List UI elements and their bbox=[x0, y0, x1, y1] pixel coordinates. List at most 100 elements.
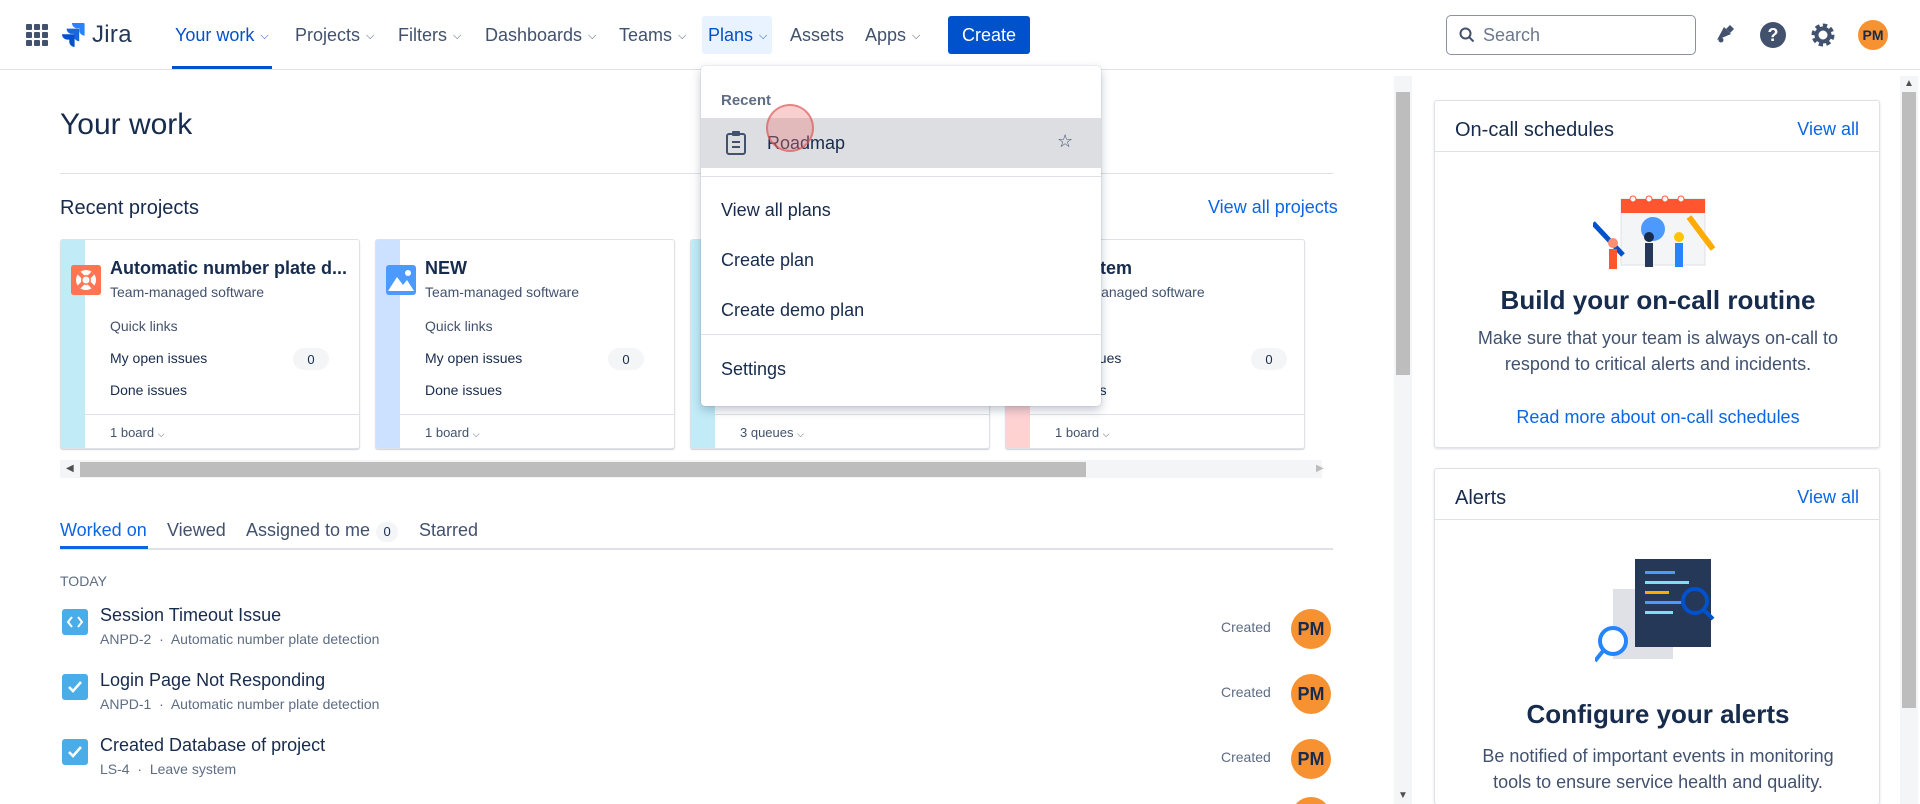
recent-plan-item[interactable]: Roadmap ☆ bbox=[701, 118, 1101, 168]
create-demo-plan-item[interactable]: Create demo plan bbox=[721, 300, 864, 321]
my-open-issues-link[interactable]: My open issues bbox=[110, 350, 207, 366]
notifications-icon[interactable] bbox=[1709, 20, 1739, 50]
done-issues-link[interactable]: Done issues bbox=[110, 382, 187, 398]
settings-gear-icon[interactable] bbox=[1808, 20, 1838, 50]
scroll-right-arrow-icon[interactable]: ▶ bbox=[1316, 463, 1324, 474]
issue-title[interactable]: Session Timeout Issue bbox=[100, 605, 281, 626]
recent-heading: Recent bbox=[721, 92, 772, 109]
search-icon bbox=[1459, 27, 1475, 43]
scroll-left-arrow-icon[interactable]: ◀ bbox=[66, 463, 74, 474]
assignee-avatar[interactable] bbox=[1291, 797, 1331, 804]
panel-header-divider bbox=[1435, 519, 1879, 520]
project-type: Team-managed software bbox=[425, 284, 580, 300]
boards-label: 1 board bbox=[1055, 425, 1100, 440]
view-all-plans-item[interactable]: View all plans bbox=[721, 200, 831, 221]
boards-dropdown[interactable]: 1 board ⌵ bbox=[425, 425, 480, 440]
lifebuoy-icon bbox=[71, 265, 101, 295]
my-open-issues-link[interactable]: My open issues bbox=[425, 350, 522, 366]
queues-dropdown[interactable]: 3 queues ⌵ bbox=[740, 425, 804, 440]
help-icon[interactable]: ? bbox=[1758, 20, 1788, 50]
done-issues-link[interactable]: Done issues bbox=[425, 382, 502, 398]
clipboard-icon bbox=[726, 131, 746, 155]
star-icon[interactable]: ☆ bbox=[1057, 131, 1073, 152]
issue-row[interactable]: Session Timeout Issue ANPD-2 · Automatic… bbox=[60, 605, 1332, 663]
issue-row[interactable]: Login Page Not Responding ANPD-1 · Autom… bbox=[60, 670, 1332, 728]
svg-text:?: ? bbox=[1768, 25, 1779, 45]
right-vertical-scrollbar[interactable] bbox=[1900, 76, 1918, 804]
nav-apps-label: Apps bbox=[865, 24, 907, 45]
horizontal-scrollbar-thumb[interactable] bbox=[80, 462, 1086, 477]
issue-project: Automatic number plate detection bbox=[170, 696, 380, 712]
chevron-down-icon: ⌵ bbox=[157, 429, 165, 439]
assignee-avatar[interactable]: PM bbox=[1291, 674, 1331, 714]
search-box[interactable] bbox=[1446, 15, 1696, 55]
nav-plans-label: Plans bbox=[708, 24, 754, 45]
alerts-heading: Configure your alerts bbox=[1526, 699, 1790, 729]
tab-assigned-to-me[interactable]: Assigned to me 0 bbox=[246, 520, 399, 542]
issue-row[interactable]: Created Database of project LS-4 · Leave… bbox=[60, 735, 1332, 793]
tab-active-underline bbox=[60, 546, 148, 549]
settings-item[interactable]: Settings bbox=[721, 359, 786, 380]
main-vertical-scrollbar-thumb[interactable] bbox=[1396, 92, 1410, 375]
project-name[interactable]: NEW bbox=[425, 258, 467, 279]
assignee-avatar[interactable]: PM bbox=[1291, 739, 1331, 779]
alerts-view-all-link[interactable]: View all bbox=[1797, 487, 1859, 508]
chevron-down-icon: ⌵ bbox=[797, 429, 804, 439]
oncall-view-all-link[interactable]: View all bbox=[1797, 119, 1859, 140]
tabs-divider bbox=[60, 548, 1333, 550]
mountain-icon bbox=[386, 265, 416, 295]
scroll-down-arrow-icon[interactable]: ▼ bbox=[1398, 790, 1408, 801]
nav-projects-label: Projects bbox=[295, 24, 361, 45]
boards-dropdown[interactable]: 1 board ⌵ bbox=[1055, 425, 1110, 440]
boards-dropdown[interactable]: 1 board ⌵ bbox=[110, 425, 165, 440]
project-card-anpd[interactable]: Automatic number plate d... Team-managed… bbox=[60, 239, 360, 449]
view-all-projects-link[interactable]: View all projects bbox=[1208, 197, 1338, 218]
nav-dashboards-label: Dashboards bbox=[485, 24, 583, 45]
issue-title[interactable]: Login Page Not Responding bbox=[100, 670, 325, 691]
open-issues-count: 0 bbox=[1251, 348, 1287, 370]
nav-dashboards[interactable]: Dashboards ⌵ bbox=[485, 22, 596, 48]
nav-teams[interactable]: Teams ⌵ bbox=[619, 22, 686, 48]
jira-logo[interactable]: Jira bbox=[62, 20, 132, 50]
nav-filters[interactable]: Filters ⌵ bbox=[398, 22, 461, 48]
search-input[interactable] bbox=[1483, 24, 1663, 46]
chevron-down-icon: ⌵ bbox=[588, 29, 597, 42]
create-plan-item[interactable]: Create plan bbox=[721, 250, 814, 271]
code-task-icon bbox=[62, 609, 88, 635]
chevron-down-icon: ⌵ bbox=[1102, 429, 1110, 439]
nav-projects[interactable]: Projects ⌵ bbox=[295, 22, 374, 48]
nav-your-work-label: Your work bbox=[175, 24, 255, 45]
project-name[interactable]: Automatic number plate d... bbox=[110, 258, 347, 279]
user-avatar[interactable]: PM bbox=[1858, 20, 1888, 50]
open-issues-count: 0 bbox=[293, 348, 329, 370]
issue-title[interactable]: Created Database of project bbox=[100, 735, 325, 756]
nav-plans[interactable]: Plans ⌵ bbox=[708, 22, 767, 48]
boards-label: 1 board bbox=[425, 425, 470, 440]
tab-worked-on[interactable]: Worked on bbox=[60, 520, 147, 541]
issue-key: ANPD-2 bbox=[100, 631, 152, 647]
queues-label: 3 queues bbox=[740, 425, 794, 440]
chevron-down-icon: ⌵ bbox=[759, 29, 768, 42]
issue-meta: ANPD-2 · Automatic number plate detectio… bbox=[100, 631, 379, 647]
project-card-new[interactable]: NEW Team-managed software Quick links My… bbox=[375, 239, 675, 449]
nav-apps[interactable]: Apps ⌵ bbox=[865, 22, 920, 48]
app-switcher-icon[interactable] bbox=[26, 24, 48, 46]
open-issues-count: 0 bbox=[608, 348, 644, 370]
right-vertical-scrollbar-thumb[interactable] bbox=[1902, 92, 1916, 708]
nav-assets[interactable]: Assets bbox=[790, 22, 844, 48]
today-group-label: TODAY bbox=[60, 573, 107, 589]
main-vertical-scrollbar[interactable] bbox=[1394, 76, 1412, 804]
nav-your-work[interactable]: Your work ⌵ bbox=[175, 22, 269, 48]
scroll-up-arrow-icon[interactable]: ▲ bbox=[1904, 78, 1914, 89]
alerts-body: Be notified of important events in monit… bbox=[1482, 746, 1834, 792]
oncall-read-more-link[interactable]: Read more about on-call schedules bbox=[1435, 407, 1879, 428]
alerts-monitor-illustration bbox=[1595, 559, 1715, 663]
create-button[interactable]: Create bbox=[948, 16, 1030, 54]
meta-separator: · bbox=[159, 696, 164, 712]
tab-viewed[interactable]: Viewed bbox=[167, 520, 226, 541]
issue-project: Automatic number plate detection bbox=[170, 631, 380, 647]
oncall-panel: On-call schedules View all Build your on… bbox=[1434, 100, 1880, 448]
oncall-body: Make sure that your team is always on-ca… bbox=[1477, 328, 1839, 374]
assignee-avatar[interactable]: PM bbox=[1291, 609, 1331, 649]
tab-starred[interactable]: Starred bbox=[419, 520, 478, 541]
